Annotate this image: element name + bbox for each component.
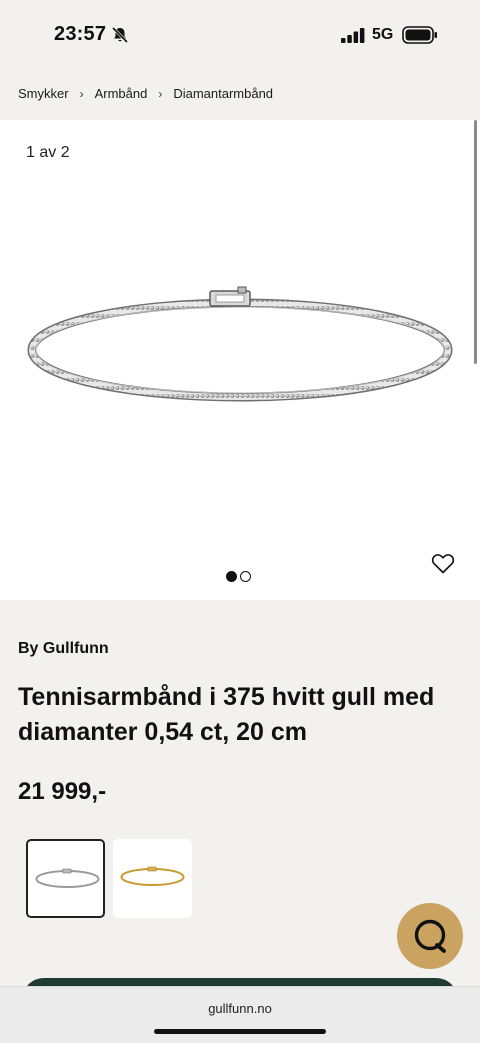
scroll-indicator — [474, 120, 477, 364]
variant-white-gold[interactable] — [26, 839, 105, 918]
pagination-dot-2[interactable] — [240, 571, 251, 582]
variant-yellow-gold[interactable] — [113, 839, 192, 918]
browser-url-bar[interactable]: gullfunn.no — [0, 986, 480, 1043]
home-indicator[interactable] — [154, 1029, 326, 1034]
product-image — [27, 286, 453, 402]
status-time: 23:57 — [54, 23, 107, 45]
breadcrumb-separator: › — [79, 86, 84, 101]
gallery-pagination — [226, 571, 251, 582]
product-title: Tennisarmbånd i 375 hvitt gull med diama… — [18, 683, 435, 746]
image-counter: 1 av 2 — [26, 144, 70, 161]
breadcrumb-armband[interactable]: Armbånd — [95, 86, 148, 101]
status-bar: 23:57 5G — [0, 0, 480, 70]
heart-icon[interactable] — [431, 552, 455, 574]
signal-bars-icon — [341, 28, 365, 43]
bell-slash-icon — [111, 26, 129, 44]
url-text[interactable]: gullfunn.no — [0, 1001, 480, 1016]
battery-full-icon — [402, 26, 437, 44]
network-type: 5G — [372, 26, 394, 43]
pagination-dot-1[interactable] — [226, 571, 237, 582]
product-price: 21 999,- — [18, 778, 107, 805]
breadcrumb: Smykker › Armbånd › Diamantarmbånd — [18, 86, 273, 101]
breadcrumb-smykker[interactable]: Smykker — [18, 86, 69, 101]
variant-yellow-gold-thumbnail — [120, 866, 185, 886]
variant-white-gold-thumbnail — [35, 868, 100, 888]
breadcrumb-separator: › — [158, 86, 163, 101]
chat-button[interactable] — [397, 903, 463, 969]
product-image-gallery[interactable]: 1 av 2 — [0, 120, 480, 600]
product-brand[interactable]: By Gullfunn — [18, 640, 109, 658]
chat-bubble-icon — [414, 919, 446, 953]
breadcrumb-diamantarmband[interactable]: Diamantarmbånd — [173, 86, 273, 101]
